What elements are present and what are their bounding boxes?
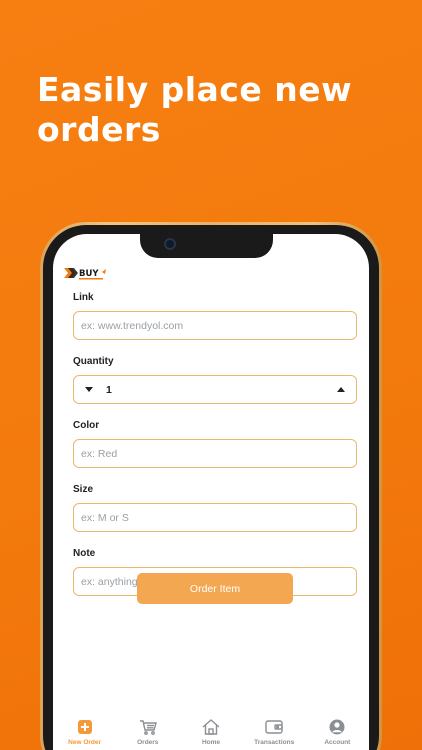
- order-item-button[interactable]: Order Item: [137, 573, 293, 604]
- logo-text: BUY: [79, 269, 99, 279]
- app-screen: BUY Link Quantity 1 Color: [53, 234, 369, 750]
- cart-icon: [139, 718, 157, 736]
- increment-icon[interactable]: [334, 383, 348, 397]
- headline: Easily place new orders: [37, 70, 353, 149]
- phone-notch: [140, 234, 273, 258]
- quantity-value: 1: [106, 383, 112, 396]
- nav-label-account: Account: [324, 739, 351, 746]
- home-icon: [202, 718, 220, 736]
- link-label: Link: [73, 292, 94, 303]
- color-label: Color: [73, 420, 100, 431]
- nav-orders[interactable]: Orders: [119, 718, 177, 746]
- nav-label-orders: Orders: [137, 739, 159, 746]
- nav-label-transactions: Transactions: [254, 739, 295, 746]
- size-label: Size: [73, 484, 94, 495]
- quantity-stepper[interactable]: 1: [73, 375, 357, 404]
- nav-transactions[interactable]: Transactions: [245, 718, 303, 746]
- quantity-label: Quantity: [73, 356, 114, 367]
- new-order-form: Link Quantity 1 Color Size Note: [73, 292, 357, 612]
- link-input[interactable]: [73, 311, 357, 340]
- bottom-nav: New Order Orders Home Transactions Accou…: [53, 718, 369, 750]
- plus-square-icon: [76, 718, 94, 736]
- wallet-icon: [265, 718, 283, 736]
- app-logo: BUY: [64, 268, 106, 280]
- nav-label-home: Home: [201, 739, 220, 746]
- phone-frame: BUY Link Quantity 1 Color: [40, 222, 382, 750]
- note-label: Note: [73, 548, 96, 559]
- decrement-icon[interactable]: [82, 383, 96, 397]
- nav-home[interactable]: Home: [182, 718, 240, 746]
- size-input[interactable]: [73, 503, 357, 532]
- nav-label-new-order: New Order: [68, 739, 102, 746]
- camera-icon: [164, 238, 176, 250]
- color-input[interactable]: [73, 439, 357, 468]
- nav-account[interactable]: Account: [308, 718, 366, 746]
- phone-bezel: BUY Link Quantity 1 Color: [43, 225, 379, 750]
- nav-new-order[interactable]: New Order: [56, 718, 114, 746]
- user-icon: [328, 718, 346, 736]
